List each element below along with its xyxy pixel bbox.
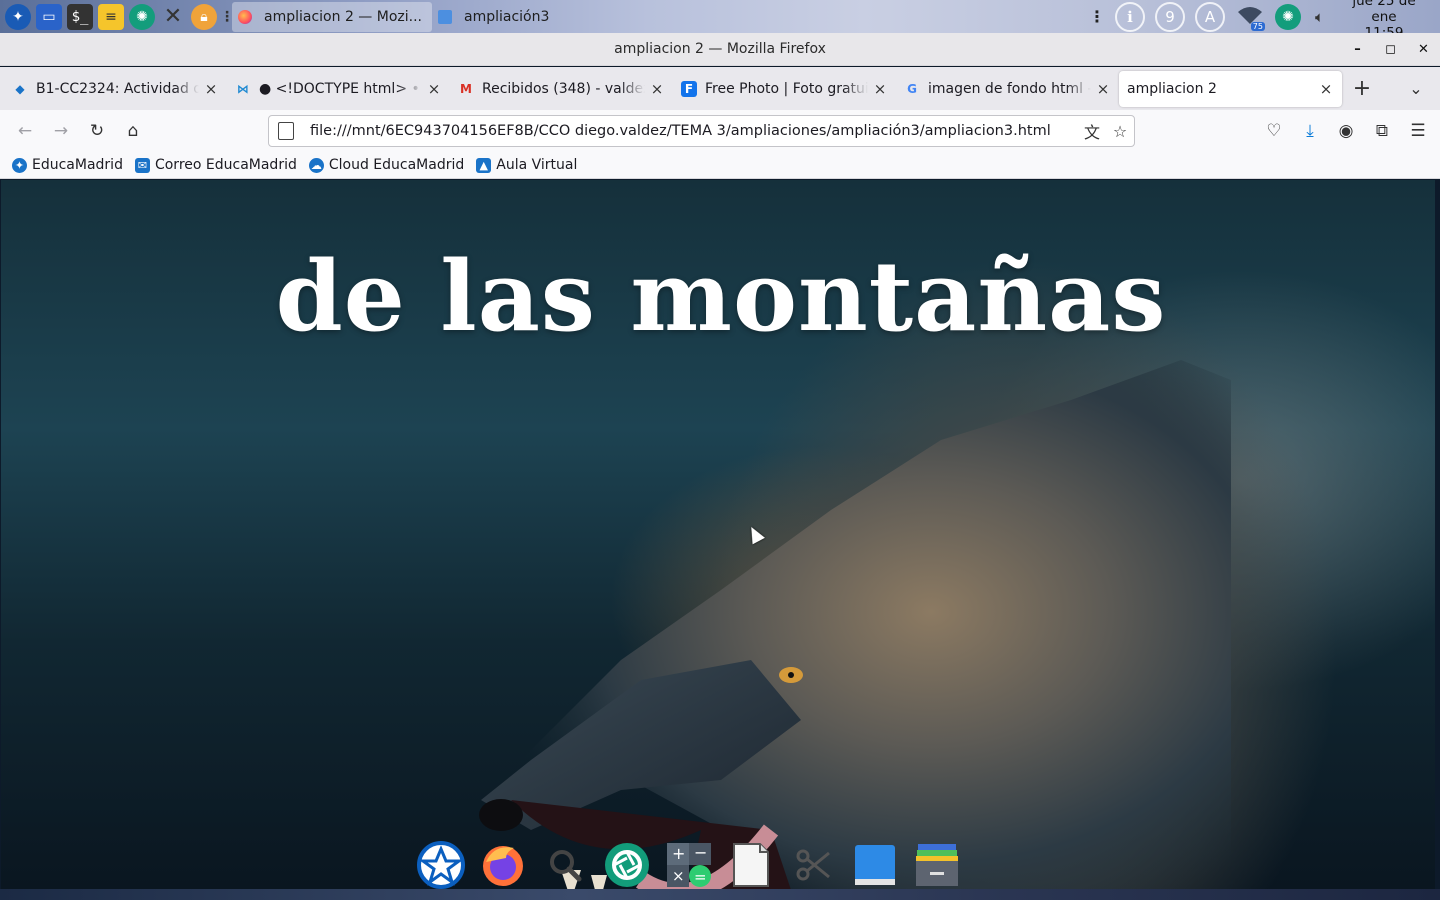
new-tab-button[interactable]: + [1344, 71, 1380, 107]
graduation-cap-icon: ▲ [476, 157, 492, 173]
tab-gmail-recibidos[interactable]: M Recibidos (348) - valdezp × [450, 71, 673, 107]
aperture-icon[interactable] [602, 840, 652, 890]
terminal-icon[interactable]: $_ [67, 3, 93, 30]
url-text[interactable]: file:///mnt/6EC943704156EF8B/CCO diego.v… [310, 123, 1078, 139]
freepik-icon: F [681, 80, 697, 97]
wifi-icon[interactable]: 75 [1237, 5, 1265, 31]
volume-icon[interactable]: 🔈︎ [1315, 8, 1324, 26]
window-controls: – ◻ ✕ [1341, 33, 1440, 66]
home-button[interactable]: ⌂ [115, 115, 151, 147]
close-tab-icon[interactable]: × [649, 80, 665, 98]
system-tray: ⋮ ℹ︎ 9 A 75 ✺ 🔈︎ jue 25 de ene 11:59 [1089, 0, 1440, 41]
gmail-icon: M [460, 81, 472, 96]
tab-freepik-photo[interactable]: F Free Photo | Foto gratuita × [673, 71, 896, 107]
window-title: ampliacion 2 — Mozilla Firefox [614, 41, 826, 57]
tray-menu-dots-icon[interactable]: ⋮ [1089, 7, 1105, 26]
page-content[interactable]: de las montañas [1, 180, 1435, 890]
firefox-icon[interactable] [478, 840, 528, 890]
aperture-tray-icon[interactable]: ✺ [1274, 3, 1301, 30]
dock: + − × = [410, 840, 968, 890]
app-menu-icon[interactable]: ☰ [1400, 115, 1436, 147]
text-editor-icon[interactable] [726, 840, 776, 890]
wifi-level-label: 75 [1250, 21, 1265, 31]
back-button[interactable]: ← [7, 115, 43, 147]
educamadrid-icon: ✦ [12, 157, 27, 173]
reload-button[interactable]: ↻ [79, 115, 115, 147]
translate-icon[interactable]: 文 [1078, 119, 1106, 143]
keyboard-layout-icon[interactable]: A [1194, 1, 1225, 32]
close-tab-icon[interactable]: × [203, 80, 219, 98]
search-icon[interactable] [540, 840, 590, 890]
downloads-icon[interactable]: ⤓ [1292, 115, 1328, 147]
mail-icon: ✉ [134, 157, 150, 173]
panel-menu-dots-icon[interactable]: ⋮ [220, 4, 234, 30]
bookmark-correo[interactable]: ✉ Correo EducaMadrid [134, 157, 297, 173]
taskbar-window-firefox[interactable]: ampliacion 2 — Mozi... [232, 1, 432, 32]
extensions-icon[interactable]: ⧉ [1364, 115, 1400, 147]
folder-icon [437, 9, 452, 24]
navigation-toolbar: ← → ↻ ⌂ file:///mnt/6EC943704156EF8B/CCO… [0, 110, 1440, 152]
close-tab-icon[interactable]: × [1318, 80, 1334, 98]
educamadrid-launcher-icon[interactable] [416, 840, 466, 890]
desktop-icon[interactable] [850, 840, 900, 890]
educamadrid-menu-icon[interactable]: ✦ [5, 3, 31, 30]
maximize-button[interactable]: ◻ [1374, 33, 1407, 66]
screenshot-scissors-icon[interactable] [788, 840, 838, 890]
tab-educamadrid-actividad[interactable]: ◆ B1-CC2324: Actividad de × [4, 71, 227, 107]
aperture-icon[interactable]: ✺ [129, 3, 155, 30]
close-x-icon[interactable]: ✕ [160, 4, 186, 30]
system-panel: ✦ ▭ $_ ≡ ✺ ✕ 🔒︎ ⋮ ampliacion 2 — Mozi...… [0, 0, 1440, 41]
account-icon[interactable]: ◉ [1328, 115, 1364, 147]
page-icon [278, 122, 294, 140]
info-icon[interactable]: ℹ︎ [1114, 1, 1145, 32]
list-all-tabs-button[interactable]: ⌄ [1398, 71, 1434, 107]
bookmark-educamadrid[interactable]: ✦ EducaMadrid [12, 157, 123, 173]
tab-vscode-doctype[interactable]: ⋈ ● <!DOCTYPE html> • an × [227, 71, 450, 107]
tab-bar: ◆ B1-CC2324: Actividad de × ⋈ ● <!DOCTYP… [0, 67, 1440, 110]
file-manager-icon[interactable] [912, 840, 962, 890]
bookmark-cloud[interactable]: ☁ Cloud EducaMadrid [308, 157, 464, 173]
close-tab-icon[interactable]: × [872, 80, 888, 98]
close-window-button[interactable]: ✕ [1407, 33, 1440, 66]
url-bar[interactable]: file:///mnt/6EC943704156EF8B/CCO diego.v… [268, 115, 1135, 147]
firefox-icon [238, 9, 252, 24]
vscode-icon: ⋈ [237, 81, 249, 96]
educamadrid-icon: ◆ [15, 81, 25, 96]
taskbar-window-folder[interactable]: ampliación3 [432, 2, 559, 32]
svg-text:+: + [672, 844, 685, 863]
notes-icon[interactable]: ≡ [98, 3, 124, 30]
clock-date: jue 25 de ene [1352, 0, 1416, 25]
calculator-icon[interactable]: + − × = [664, 840, 714, 890]
show-desktop-icon[interactable]: ▭ [36, 3, 62, 30]
minimize-button[interactable]: – [1341, 33, 1374, 66]
bookmarks-toolbar: ✦ EducaMadrid ✉ Correo EducaMadrid ☁ Clo… [0, 152, 1440, 179]
close-tab-icon[interactable]: × [1095, 80, 1111, 98]
svg-text:−: − [694, 843, 707, 862]
desktop-wallpaper-strip [0, 889, 1440, 900]
pocket-icon[interactable]: ♡ [1256, 115, 1292, 147]
cloud-icon: ☁ [308, 157, 324, 173]
bookmark-star-icon[interactable]: ☆ [1106, 122, 1134, 141]
svg-text:×: × [672, 867, 685, 885]
wolf-background-image [479, 360, 1231, 890]
bookmark-aula-virtual[interactable]: ▲ Aula Virtual [476, 157, 577, 173]
close-tab-icon[interactable]: × [426, 80, 442, 98]
svg-text:=: = [694, 868, 707, 886]
tab-ampliacion-2[interactable]: ampliacion 2 × [1119, 70, 1342, 107]
window-titlebar[interactable]: ampliacion 2 — Mozilla Firefox – ◻ ✕ [0, 33, 1440, 66]
forward-button[interactable]: → [43, 115, 79, 147]
toolbar-right: ♡ ⤓ ◉ ⧉ ☰ [1256, 115, 1436, 147]
google-icon: G [907, 81, 917, 96]
lock-icon[interactable]: 🔒︎ [191, 3, 217, 30]
notification-count-badge[interactable]: 9 [1154, 1, 1185, 32]
page-headline: de las montañas [275, 240, 1167, 353]
tab-google-search[interactable]: G imagen de fondo html - B × [896, 71, 1119, 107]
